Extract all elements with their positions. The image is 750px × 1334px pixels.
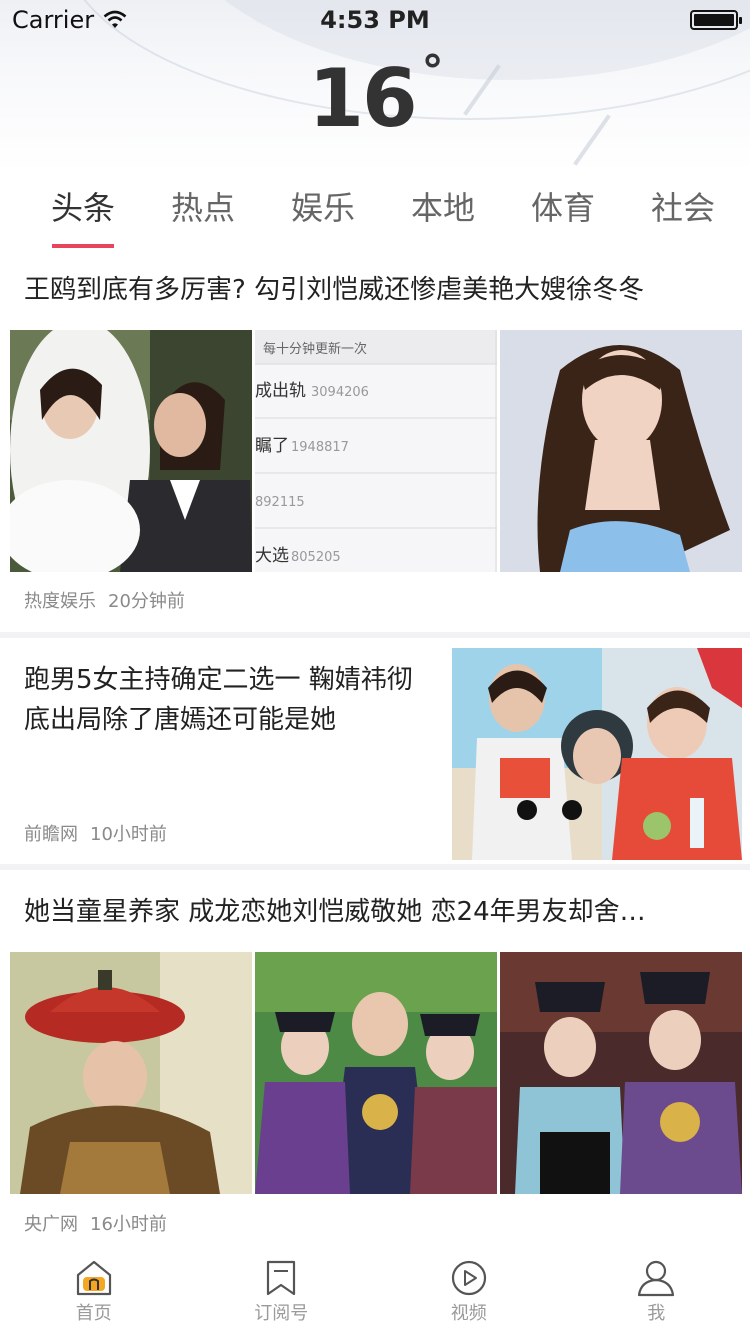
- tabbar-label: 我: [647, 1303, 666, 1324]
- news-title: 她当童星养家 成龙恋她刘恺威敬她 恋24年男友却舍…: [24, 897, 646, 927]
- portrait-photo: [500, 330, 742, 572]
- tabbar-video[interactable]: 视频: [394, 1253, 544, 1325]
- news-thumbnail: [500, 952, 742, 1194]
- news-thumbnail: [500, 330, 742, 572]
- news-time: 16小时前: [90, 1214, 167, 1235]
- news-item[interactable]: 王鸥到底有多厉害? 勾引刘恺威还惨虐美艳大嫂徐冬冬 每十分钟更新一次 成出轨 3…: [0, 260, 750, 632]
- variety-show-photo: [452, 648, 742, 860]
- tabbar-label: 视频: [450, 1303, 487, 1324]
- news-source: 热度娱乐: [24, 591, 96, 612]
- news-thumbnail: [10, 330, 252, 572]
- news-source: 央广网: [24, 1214, 78, 1235]
- tabbar-label: 首页: [75, 1303, 112, 1324]
- tabbar-me[interactable]: 我: [581, 1253, 731, 1325]
- ranking-row-value: 892115: [255, 495, 305, 510]
- wedding-photo: [10, 330, 252, 572]
- news-thumbnail: 每十分钟更新一次 成出轨 3094206 瞩了 1948817 892115 大…: [255, 330, 497, 572]
- tabbar-label: 订阅号: [254, 1303, 309, 1324]
- period-drama-photo: [10, 952, 252, 1194]
- bottom-tab-bar: 首页 订阅号 视频 我: [0, 1244, 750, 1334]
- ranking-list-image: 每十分钟更新一次 成出轨 3094206 瞩了 1948817 892115 大…: [255, 330, 497, 572]
- news-meta: 热度娱乐 20分钟前: [24, 587, 197, 613]
- news-thumbnail: [255, 952, 497, 1194]
- news-source: 前瞻网: [24, 824, 78, 845]
- news-time: 20分钟前: [108, 591, 185, 612]
- tab-local[interactable]: 本地: [383, 176, 503, 248]
- news-time: 10小时前: [90, 824, 167, 845]
- news-thumbnail: [10, 952, 252, 1194]
- ranking-row-label: 大选: [255, 546, 289, 566]
- news-item[interactable]: 跑男5女主持确定二选一 鞠婧祎彻底出局除了唐嫣还可能是她 前瞻网 10小时前: [0, 638, 750, 864]
- tab-headlines[interactable]: 头条: [23, 176, 143, 248]
- ranking-header: 每十分钟更新一次: [263, 341, 367, 357]
- home-icon: [76, 1260, 111, 1296]
- news-item[interactable]: 她当童星养家 成龙恋她刘恺威敬她 恋24年男友却舍… 央广网 16小时前: [0, 870, 750, 1250]
- tabbar-subscriptions[interactable]: 订阅号: [206, 1253, 356, 1325]
- news-image-row: [0, 952, 750, 1194]
- ranking-row-value: 805205: [291, 550, 341, 565]
- tab-entertainment[interactable]: 娱乐: [263, 176, 383, 248]
- category-tabs: 头条 热点 娱乐 本地 体育 社会: [0, 176, 750, 248]
- news-title: 王鸥到底有多厉害? 勾引刘恺威还惨虐美艳大嫂徐冬冬: [24, 275, 645, 305]
- header: Carrier 4:53 PM 16 °: [0, 0, 750, 172]
- news-image-row: 每十分钟更新一次 成出轨 3094206 瞩了 1948817 892115 大…: [0, 330, 750, 572]
- user-icon: [638, 1260, 675, 1297]
- news-meta: 前瞻网 10小时前: [24, 820, 179, 846]
- degree-symbol: °: [421, 46, 444, 97]
- weather-temperature[interactable]: 16 °: [0, 46, 750, 145]
- period-drama-photo: [255, 952, 497, 1194]
- news-title: 跑男5女主持确定二选一 鞠婧祎彻底出局除了唐嫣还可能是她: [24, 665, 413, 735]
- play-icon: [451, 1260, 486, 1296]
- tab-society[interactable]: 社会: [623, 176, 743, 248]
- temperature-value: 16: [308, 52, 417, 145]
- bookmark-icon: [267, 1260, 296, 1296]
- news-meta: 央广网 16小时前: [24, 1210, 179, 1236]
- ranking-row-value: 1948817: [291, 440, 349, 455]
- news-feed: 王鸥到底有多厉害? 勾引刘恺威还惨虐美艳大嫂徐冬冬 每十分钟更新一次 成出轨 3…: [0, 260, 750, 1250]
- tab-hot[interactable]: 热点: [143, 176, 263, 248]
- ranking-row-value: 3094206: [311, 385, 369, 400]
- ranking-row-label: 成出轨: [255, 381, 306, 401]
- clock: 4:53 PM: [320, 6, 430, 34]
- ranking-row-label: 瞩了: [255, 436, 289, 456]
- tabbar-home[interactable]: 首页: [19, 1253, 169, 1325]
- period-drama-photo: [500, 952, 742, 1194]
- news-thumbnail: [452, 648, 742, 860]
- tab-sports[interactable]: 体育: [503, 176, 623, 248]
